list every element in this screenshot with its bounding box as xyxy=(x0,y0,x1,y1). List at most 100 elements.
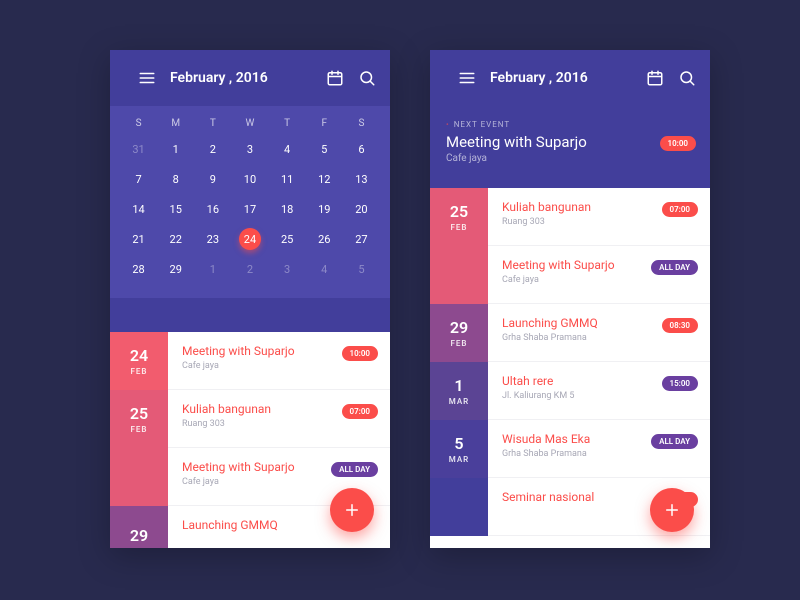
date-column: 25FEB xyxy=(430,188,488,246)
menu-icon[interactable] xyxy=(138,69,156,87)
calendar-day[interactable]: 21 xyxy=(120,224,157,254)
date-column: 1MAR xyxy=(430,362,488,420)
event-cell[interactable]: Ultah rereJl. Kaliurang KM 515:00 xyxy=(488,362,710,420)
dow-label: M xyxy=(157,112,194,134)
event-row[interactable]: Meeting with SuparjoCafe jayaALL DAY xyxy=(430,246,710,304)
dow-label: T xyxy=(269,112,306,134)
calendar-day[interactable]: 23 xyxy=(194,224,231,254)
calendar-day[interactable]: 27 xyxy=(343,224,380,254)
calendar-day[interactable]: 5 xyxy=(306,134,343,164)
month-grid: SMTWTFS311234567891011121314151617181920… xyxy=(110,106,390,298)
add-event-button[interactable] xyxy=(330,488,374,532)
calendar-day[interactable]: 20 xyxy=(343,194,380,224)
calendar-day[interactable]: 31 xyxy=(120,134,157,164)
topbar: February , 2016 xyxy=(430,50,710,106)
calendar-day[interactable]: 29 xyxy=(157,254,194,284)
dow-label: S xyxy=(343,112,380,134)
topbar: February , 2016 xyxy=(110,50,390,106)
calendar-day[interactable]: 25 xyxy=(269,224,306,254)
event-cell[interactable]: Launching GMMQGrha Shaba Pramana08:30 xyxy=(488,304,710,362)
calendar-day[interactable]: 3 xyxy=(269,254,306,284)
dow-label: T xyxy=(194,112,231,134)
date-column xyxy=(430,246,488,304)
calendar-day[interactable]: 1 xyxy=(194,254,231,284)
header-title[interactable]: February , 2016 xyxy=(170,70,312,86)
date-column: 5MAR xyxy=(430,420,488,478)
next-event-tag: NEXT EVENT xyxy=(446,120,694,129)
time-badge: ALL DAY xyxy=(331,462,378,477)
event-row[interactable]: 24FEBMeeting with SuparjoCafe jaya10:00 xyxy=(110,332,390,390)
time-badge: 10:00 xyxy=(342,346,378,361)
search-icon[interactable] xyxy=(678,69,696,87)
calendar-day[interactable]: 2 xyxy=(194,134,231,164)
calendar-day[interactable]: 14 xyxy=(120,194,157,224)
event-subtitle: Cafe jaya xyxy=(182,477,376,487)
date-column: 29 xyxy=(110,506,168,548)
event-cell[interactable]: Meeting with SuparjoCafe jaya10:00 xyxy=(168,332,390,390)
header-title[interactable]: February , 2016 xyxy=(490,70,632,86)
event-cell[interactable]: Kuliah bangunanRuang 30307:00 xyxy=(168,390,390,448)
calendar-day[interactable]: 19 xyxy=(306,194,343,224)
date-column: 29FEB xyxy=(430,304,488,362)
calendar-day[interactable]: 11 xyxy=(269,164,306,194)
calendar-day[interactable]: 8 xyxy=(157,164,194,194)
calendar-day[interactable]: 7 xyxy=(120,164,157,194)
time-badge: 15:00 xyxy=(662,376,698,391)
date-column: 24FEB xyxy=(110,332,168,390)
calendar-day[interactable]: 28 xyxy=(120,254,157,284)
calendar-day[interactable]: 24 xyxy=(231,224,268,254)
calendar-day[interactable]: 17 xyxy=(231,194,268,224)
event-subtitle: Grha Shaba Pramana xyxy=(502,333,696,343)
calendar-icon[interactable] xyxy=(326,69,344,87)
menu-icon[interactable] xyxy=(458,69,476,87)
calendar-day[interactable]: 4 xyxy=(306,254,343,284)
calendar-day[interactable]: 18 xyxy=(269,194,306,224)
calendar-day[interactable]: 16 xyxy=(194,194,231,224)
phone-agenda-view: February , 2016 NEXT EVENT Meeting with … xyxy=(430,50,710,548)
calendar-day[interactable]: 10 xyxy=(231,164,268,194)
calendar-day[interactable]: 15 xyxy=(157,194,194,224)
time-badge: ALL DAY xyxy=(651,434,698,449)
calendar-day[interactable]: 4 xyxy=(269,134,306,164)
event-row[interactable]: 25FEBKuliah bangunanRuang 30307:00 xyxy=(430,188,710,246)
calendar-day[interactable]: 22 xyxy=(157,224,194,254)
dow-label: S xyxy=(120,112,157,134)
date-column xyxy=(430,478,488,536)
next-event-card[interactable]: NEXT EVENT Meeting with Suparjo Cafe jay… xyxy=(430,106,710,180)
time-badge: 10:00 xyxy=(660,136,696,151)
date-column: 25FEB xyxy=(110,390,168,448)
date-column xyxy=(110,448,168,506)
event-subtitle: Grha Shaba Pramana xyxy=(502,449,696,459)
calendar-day[interactable]: 2 xyxy=(231,254,268,284)
dow-label: W xyxy=(231,112,268,134)
calendar-day[interactable]: 3 xyxy=(231,134,268,164)
calendar-day[interactable]: 1 xyxy=(157,134,194,164)
event-subtitle: Cafe jaya xyxy=(182,361,376,371)
search-icon[interactable] xyxy=(358,69,376,87)
calendar-day[interactable]: 9 xyxy=(194,164,231,194)
event-subtitle: Ruang 303 xyxy=(502,217,696,227)
event-cell[interactable]: Wisuda Mas EkaGrha Shaba PramanaALL DAY xyxy=(488,420,710,478)
calendar-day[interactable]: 5 xyxy=(343,254,380,284)
calendar-day[interactable]: 12 xyxy=(306,164,343,194)
calendar-day[interactable]: 26 xyxy=(306,224,343,254)
dow-label: F xyxy=(306,112,343,134)
event-row[interactable]: 5MARWisuda Mas EkaGrha Shaba PramanaALL … xyxy=(430,420,710,478)
time-badge: 08:30 xyxy=(662,318,698,333)
calendar-icon[interactable] xyxy=(646,69,664,87)
next-event-sub: Cafe jaya xyxy=(446,153,694,164)
event-cell[interactable]: Meeting with SuparjoCafe jayaALL DAY xyxy=(488,246,710,304)
add-event-button[interactable] xyxy=(650,488,694,532)
event-row[interactable]: 29FEBLaunching GMMQGrha Shaba Pramana08:… xyxy=(430,304,710,362)
calendar-day[interactable]: 13 xyxy=(343,164,380,194)
event-cell[interactable]: Kuliah bangunanRuang 30307:00 xyxy=(488,188,710,246)
time-badge: 07:00 xyxy=(342,404,378,419)
next-event-title: Meeting with Suparjo xyxy=(446,133,694,151)
event-row[interactable]: 25FEBKuliah bangunanRuang 30307:00 xyxy=(110,390,390,448)
event-subtitle: Ruang 303 xyxy=(182,419,376,429)
phone-month-view: February , 2016 SMTWTFS31123456789101112… xyxy=(110,50,390,548)
calendar-day[interactable]: 6 xyxy=(343,134,380,164)
time-badge: ALL DAY xyxy=(651,260,698,275)
event-row[interactable]: 1MARUltah rereJl. Kaliurang KM 515:00 xyxy=(430,362,710,420)
event-subtitle: Jl. Kaliurang KM 5 xyxy=(502,391,696,401)
